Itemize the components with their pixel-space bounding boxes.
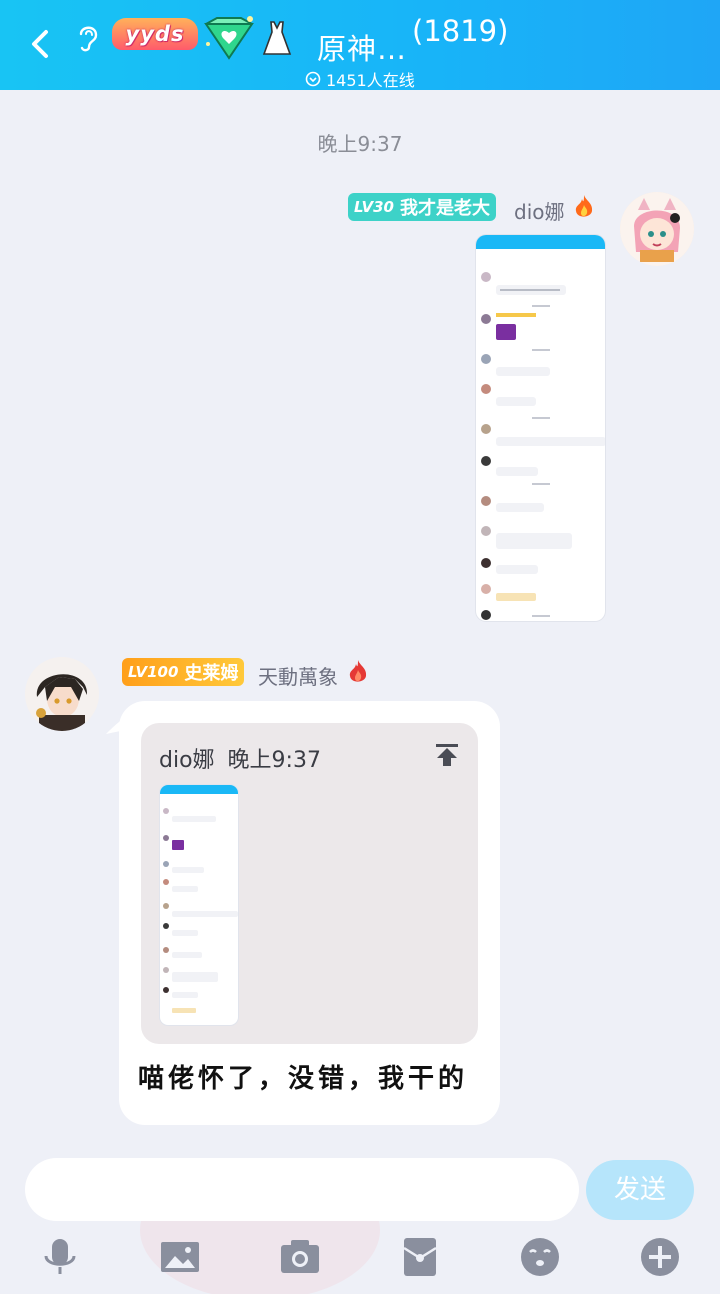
plus-icon[interactable]	[639, 1236, 681, 1278]
mini-header	[160, 785, 238, 794]
avatar-illustration	[25, 657, 99, 731]
quoted-message-meta: dio娜 晚上9:37	[159, 742, 321, 774]
message-timestamp: 晚上9:37	[317, 132, 403, 156]
member-title-badge: LV100 史莱姆	[122, 658, 245, 686]
microphone-icon[interactable]	[39, 1236, 81, 1278]
shared-screenshot-image[interactable]	[476, 235, 605, 621]
quoted-author: dio娜	[159, 748, 215, 773]
avatar-illustration	[620, 192, 694, 266]
message-input[interactable]	[25, 1158, 579, 1221]
online-status-icon	[305, 71, 321, 87]
online-status[interactable]: 1451人在线	[305, 68, 415, 90]
member-title: 史莱姆	[184, 663, 239, 684]
chat-header: yyds 原神… (1819) 1451人在线	[0, 0, 720, 90]
emoji-icon[interactable]	[519, 1236, 561, 1278]
diamond-badge-icon	[204, 16, 254, 60]
camera-icon[interactable]	[279, 1236, 321, 1278]
sender-nickname[interactable]: 天動萬象	[258, 661, 338, 690]
member-count: (1819)	[412, 14, 509, 48]
yyds-badge: yyds	[112, 18, 198, 50]
member-title-badge: LV30 我才是老大	[348, 193, 496, 221]
mini-header	[476, 235, 605, 249]
fire-icon	[575, 195, 593, 217]
mini-chat-preview	[163, 808, 238, 1013]
send-button[interactable]: 发送	[586, 1160, 694, 1220]
group-title: 原神…	[317, 32, 408, 66]
level-label: LV30	[354, 198, 394, 216]
back-icon[interactable]	[26, 24, 56, 64]
member-title: 我才是老大	[399, 198, 490, 219]
message-text: 喵佬怀了，没错，我干的	[138, 1064, 469, 1094]
sender-avatar[interactable]	[25, 657, 99, 731]
sender-nickname[interactable]: dio娜	[514, 196, 565, 225]
jump-to-top-icon[interactable]	[434, 742, 460, 768]
dress-icon	[262, 21, 292, 55]
ear-icon[interactable]	[76, 22, 100, 54]
level-label: LV100	[128, 663, 179, 681]
quoted-time: 晚上9:37	[227, 748, 321, 773]
online-count-text: 1451人在线	[326, 71, 415, 90]
mini-chat-preview	[481, 272, 605, 620]
image-icon[interactable]	[159, 1236, 201, 1278]
fire-icon	[349, 660, 367, 682]
sender-avatar[interactable]	[620, 192, 694, 266]
red-packet-icon[interactable]	[399, 1236, 441, 1278]
quoted-screenshot-thumbnail[interactable]	[160, 785, 238, 1025]
